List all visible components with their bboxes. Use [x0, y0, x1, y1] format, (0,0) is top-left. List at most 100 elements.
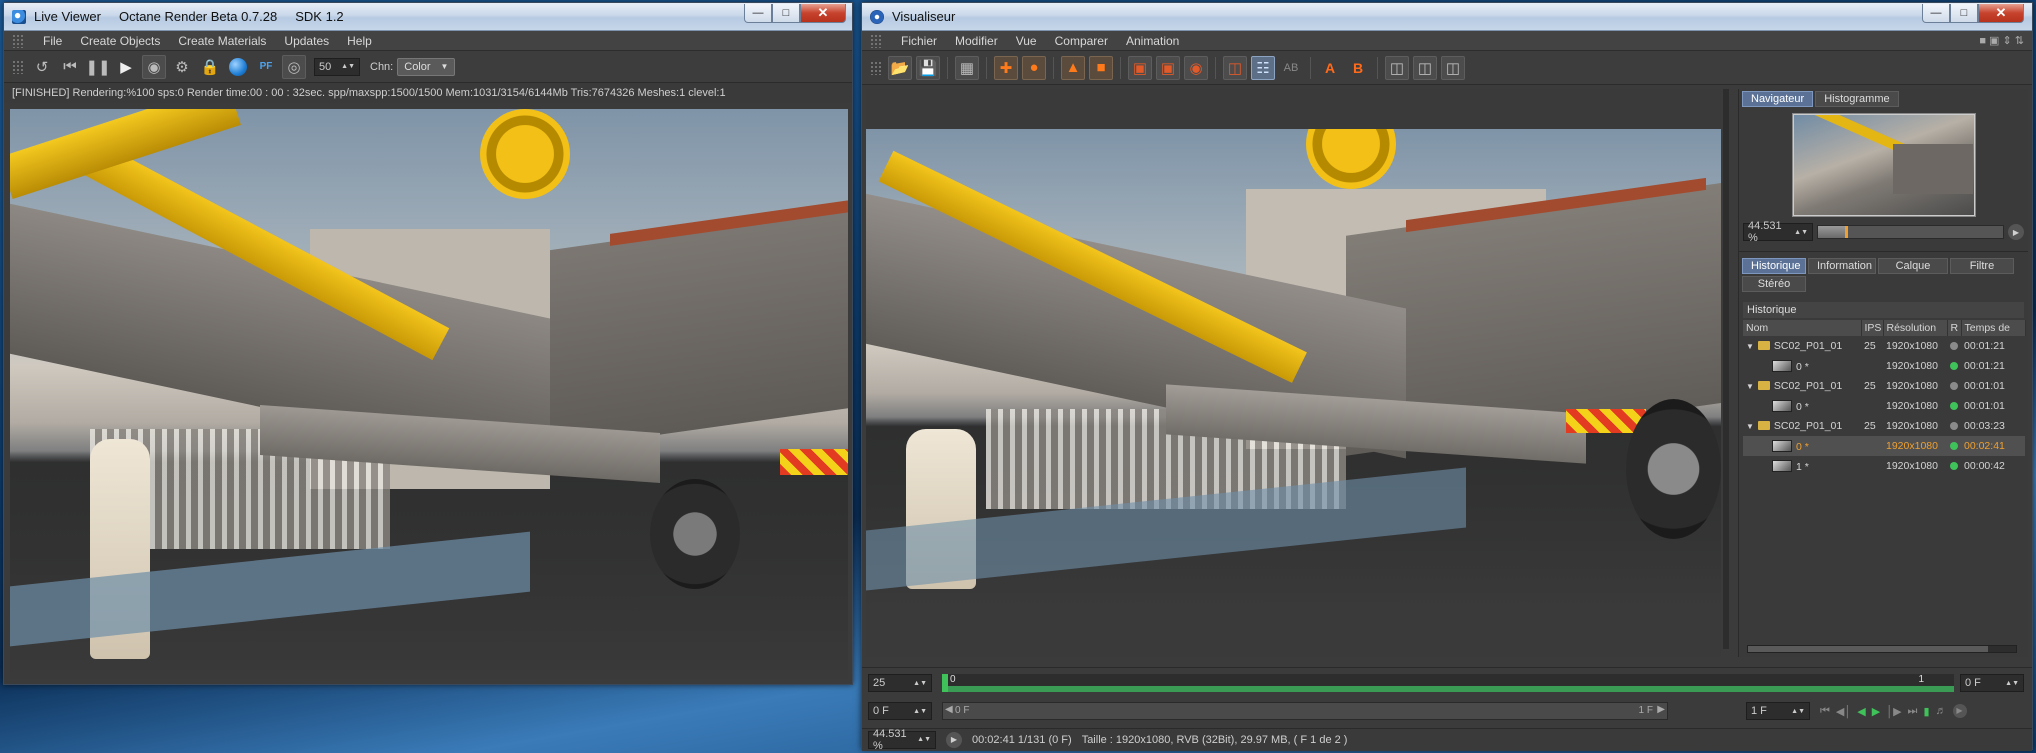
menu-updates[interactable]: Updates — [275, 34, 338, 48]
render-image[interactable] — [866, 129, 1721, 609]
history-row[interactable]: ▼ SC02_P01_01 25 1920x1080 00:01:21 — [1743, 336, 2025, 356]
navigator-zoom-slider[interactable] — [1817, 225, 2004, 239]
column-header-resolution[interactable]: Résolution — [1883, 320, 1948, 336]
play-backward-icon[interactable]: ◀ — [1857, 705, 1865, 718]
menu-file[interactable]: File — [34, 34, 71, 48]
navigator-zoom-spinbox[interactable]: 44.531 % ▲▼ — [1743, 220, 1813, 244]
sound-icon[interactable]: ♬ — [1936, 705, 1947, 717]
live-render-viewport[interactable] — [10, 109, 848, 679]
step-spinbox[interactable]: 1 F ▲▼ — [1746, 702, 1810, 720]
skip-back-icon[interactable]: ⏮ — [58, 55, 82, 79]
last-frame-icon[interactable]: ⏭ — [1908, 705, 1918, 718]
eye-icon[interactable]: ◉ — [142, 54, 166, 79]
slider-handle[interactable] — [1818, 226, 1848, 238]
ab-text-icon[interactable]: AB — [1279, 56, 1303, 80]
live-viewer-titlebar[interactable]: Live Viewer Octane Render Beta 0.7.28 SD… — [4, 3, 852, 31]
menu-comparer[interactable]: Comparer — [1046, 34, 1117, 48]
loop-icon[interactable]: ▮ — [1923, 705, 1929, 718]
column-header-nom[interactable]: Nom — [1743, 320, 1862, 336]
minimize-button[interactable]: — — [744, 4, 772, 23]
expand-arrow-icon[interactable]: ▼ — [1746, 382, 1754, 391]
play-forward-icon[interactable]: ▶ — [1872, 705, 1880, 718]
menu-create-materials[interactable]: Create Materials — [169, 34, 275, 48]
history-horizontal-scrollbar[interactable] — [1747, 645, 2017, 653]
grid-icon[interactable]: ▦ — [955, 55, 979, 80]
menu-help[interactable]: Help — [338, 34, 381, 48]
tab-navigateur[interactable]: Navigateur — [1742, 91, 1814, 107]
fps-spinbox[interactable]: 25 ▲▼ — [868, 674, 932, 692]
layout-2-icon[interactable]: ◫ — [1413, 55, 1437, 80]
history-row[interactable]: 0 * 1920x1080 00:02:41 — [1743, 436, 2025, 456]
tab-information[interactable]: Information — [1808, 258, 1876, 274]
tab-historique[interactable]: Historique — [1742, 258, 1806, 274]
status-zoom-spinbox[interactable]: 44.531 % ▲▼ — [868, 728, 936, 752]
menu-fichier[interactable]: Fichier — [892, 34, 946, 48]
scrollbar-thumb[interactable] — [1748, 646, 1988, 652]
range-slider[interactable]: ◀ 0 F 1 F ▶ — [942, 702, 1668, 720]
history-row[interactable]: 1 * 1920x1080 00:00:42 — [1743, 456, 2025, 476]
view-b-icon[interactable]: ▣ — [1156, 55, 1180, 80]
menu-create-objects[interactable]: Create Objects — [71, 34, 169, 48]
play-small-icon[interactable]: ▶ — [2008, 224, 2024, 240]
lock-icon[interactable]: 🔒 — [198, 55, 222, 79]
layout-1-icon[interactable]: ◫ — [1385, 55, 1409, 80]
status-play-icon[interactable]: ▶ — [946, 731, 962, 748]
minimize-button[interactable]: — — [1922, 4, 1950, 23]
maximize-button[interactable]: □ — [1950, 4, 1978, 23]
timeline-playhead[interactable] — [942, 674, 948, 692]
pause-icon[interactable]: ❚❚ — [85, 55, 110, 79]
image-vertical-scrollbar[interactable] — [1723, 89, 1729, 649]
open-icon[interactable]: 📂 — [888, 55, 912, 80]
tab-histogramme[interactable]: Histogramme — [1815, 91, 1899, 107]
close-button[interactable]: ✕ — [1978, 4, 2024, 23]
layout-3-icon[interactable]: ◫ — [1441, 55, 1465, 80]
sphere-icon[interactable] — [226, 55, 250, 79]
tab-calque[interactable]: Calque — [1878, 258, 1948, 274]
samples-spinbox[interactable]: 50 ▲▼ — [314, 57, 360, 76]
expand-arrow-icon[interactable]: ▼ — [1746, 342, 1754, 351]
frame-timeline[interactable]: 0 1 — [942, 674, 1954, 692]
options-circle-icon[interactable]: ▶ — [1952, 704, 1967, 718]
stop-icon[interactable]: ■ — [1089, 55, 1113, 80]
range-start: 0 F — [955, 705, 970, 716]
pf-icon[interactable]: PF — [254, 55, 278, 79]
next-key-icon[interactable]: │▶ — [1886, 705, 1901, 718]
visualiseur-titlebar[interactable]: Visualiseur — □ ✕ — [862, 3, 2032, 31]
menu-modifier[interactable]: Modifier — [946, 34, 1007, 48]
settings-icon[interactable]: ⚙ — [170, 55, 194, 79]
reset-camera-icon[interactable]: ↺ — [30, 55, 54, 79]
tab-filtre[interactable]: Filtre — [1950, 258, 2014, 274]
set-b-icon[interactable]: B — [1346, 56, 1370, 80]
history-row[interactable]: ▼ SC02_P01_01 25 1920x1080 00:03:23 — [1743, 416, 2025, 436]
render-region-icon[interactable]: ✚ — [994, 55, 1018, 80]
column-header-temps[interactable]: Temps de — [1961, 320, 2026, 336]
save-icon[interactable]: 💾 — [916, 55, 940, 80]
column-header-r[interactable]: R — [1947, 320, 1962, 336]
export-icon[interactable]: ▲ — [1061, 55, 1085, 80]
play-icon[interactable]: ▶ — [114, 55, 138, 79]
prev-key-icon[interactable]: ◀│ — [1836, 705, 1851, 718]
view-c-icon[interactable]: ◉ — [1184, 55, 1208, 80]
history-row[interactable]: ▼ SC02_P01_01 25 1920x1080 00:01:01 — [1743, 376, 2025, 396]
split-icon[interactable]: ☷ — [1251, 55, 1275, 80]
column-header-ips[interactable]: IPS — [1861, 320, 1884, 336]
expand-arrow-icon[interactable]: ▼ — [1746, 422, 1754, 431]
render-active-icon[interactable]: ● — [1022, 55, 1046, 80]
compare-icon[interactable]: ◫ — [1223, 55, 1247, 80]
history-row[interactable]: 0 * 1920x1080 00:01:01 — [1743, 396, 2025, 416]
history-row[interactable]: 0 * 1920x1080 00:01:21 — [1743, 356, 2025, 376]
end-frame-spinbox[interactable]: 0 F ▲▼ — [1960, 674, 2024, 692]
channel-dropdown[interactable]: Color ▼ — [397, 57, 456, 76]
maximize-button[interactable]: □ — [772, 4, 800, 23]
current-frame-spinbox[interactable]: 0 F ▲▼ — [868, 702, 932, 720]
navigator-thumbnail[interactable] — [1791, 113, 1976, 217]
pick-focus-icon[interactable]: ◎ — [282, 54, 306, 79]
view-a-icon[interactable]: ▣ — [1128, 55, 1152, 80]
tab-stereo[interactable]: Stéréo — [1742, 276, 1806, 292]
layout-icons[interactable]: ■ ▣ ⇕ ⇅ — [1979, 34, 2024, 47]
first-frame-icon[interactable]: ⏮ — [1820, 705, 1830, 718]
menu-vue[interactable]: Vue — [1007, 34, 1046, 48]
set-a-icon[interactable]: A — [1318, 56, 1342, 80]
menu-animation[interactable]: Animation — [1117, 34, 1188, 48]
close-button[interactable]: ✕ — [800, 4, 846, 23]
